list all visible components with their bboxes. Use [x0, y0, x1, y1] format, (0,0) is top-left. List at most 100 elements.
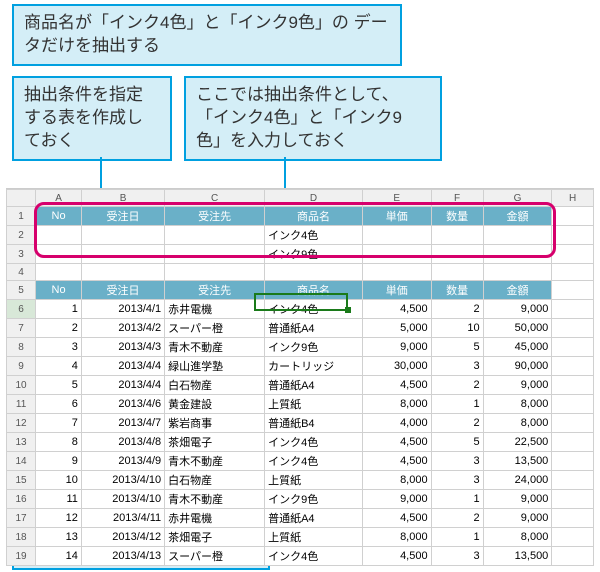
cell-product[interactable]: 普通紙A4 [265, 376, 363, 395]
cell-qty[interactable]: 3 [431, 452, 483, 471]
cell-qty[interactable]: 1 [431, 490, 483, 509]
cell-amount[interactable]: 24,000 [483, 471, 552, 490]
select-all-cell[interactable] [7, 190, 36, 207]
cell-customer[interactable]: 赤井電機 [165, 300, 265, 319]
criteria-cell[interactable] [431, 245, 483, 264]
cell-amount[interactable]: 45,000 [483, 338, 552, 357]
cell[interactable] [36, 264, 82, 281]
cell-no[interactable]: 5 [36, 376, 82, 395]
criteria-cell[interactable] [483, 245, 552, 264]
cell-product[interactable]: インク9色 [265, 338, 363, 357]
cell-amount[interactable]: 50,000 [483, 319, 552, 338]
cell-qty[interactable]: 5 [431, 338, 483, 357]
cell-qty[interactable]: 2 [431, 376, 483, 395]
spreadsheet[interactable]: ABCDEFGH1No受注日受注先商品名単価数量金額2インク4色3インク9色45… [6, 188, 594, 566]
cell-date[interactable]: 2013/4/4 [81, 357, 164, 376]
cell-product[interactable]: 上質紙 [265, 395, 363, 414]
cell-no[interactable]: 13 [36, 528, 82, 547]
cell-date[interactable]: 2013/4/13 [81, 547, 164, 566]
cell-qty[interactable]: 5 [431, 433, 483, 452]
row-header-17[interactable]: 17 [7, 509, 36, 528]
cell[interactable] [165, 264, 265, 281]
cell-H1[interactable] [552, 207, 594, 226]
cell-customer[interactable]: 青木不動産 [165, 338, 265, 357]
cell-product[interactable]: カートリッジ [265, 357, 363, 376]
cell-no[interactable]: 10 [36, 471, 82, 490]
criteria-header-0[interactable]: No [36, 207, 82, 226]
cell-price[interactable]: 30,000 [362, 357, 431, 376]
cell-product[interactable]: インク4色 [265, 547, 363, 566]
criteria-cell[interactable]: インク4色 [265, 226, 363, 245]
cell[interactable] [552, 338, 594, 357]
column-header-E[interactable]: E [362, 190, 431, 207]
cell-price[interactable]: 4,500 [362, 300, 431, 319]
row-header-16[interactable]: 16 [7, 490, 36, 509]
criteria-cell[interactable] [362, 226, 431, 245]
criteria-cell[interactable] [362, 245, 431, 264]
cell[interactable] [265, 264, 363, 281]
cell-price[interactable]: 8,000 [362, 395, 431, 414]
cell[interactable] [552, 528, 594, 547]
cell-no[interactable]: 7 [36, 414, 82, 433]
cell[interactable] [483, 264, 552, 281]
column-header-F[interactable]: F [431, 190, 483, 207]
cell-no[interactable]: 9 [36, 452, 82, 471]
cell[interactable] [81, 264, 164, 281]
cell-price[interactable]: 4,000 [362, 414, 431, 433]
cell-customer[interactable]: 茶畑電子 [165, 528, 265, 547]
cell[interactable] [552, 357, 594, 376]
row-header-14[interactable]: 14 [7, 452, 36, 471]
cell[interactable] [362, 264, 431, 281]
cell[interactable] [552, 509, 594, 528]
table-header-3[interactable]: 商品名 [265, 281, 363, 300]
cell-date[interactable]: 2013/4/6 [81, 395, 164, 414]
cell[interactable] [552, 226, 594, 245]
criteria-cell[interactable] [36, 245, 82, 264]
cell-product[interactable]: 上質紙 [265, 528, 363, 547]
cell-price[interactable]: 4,500 [362, 452, 431, 471]
cell-no[interactable]: 12 [36, 509, 82, 528]
cell-date[interactable]: 2013/4/11 [81, 509, 164, 528]
cell-no[interactable]: 1 [36, 300, 82, 319]
criteria-header-6[interactable]: 金額 [483, 207, 552, 226]
criteria-header-5[interactable]: 数量 [431, 207, 483, 226]
column-header-G[interactable]: G [483, 190, 552, 207]
row-header-12[interactable]: 12 [7, 414, 36, 433]
criteria-header-3[interactable]: 商品名 [265, 207, 363, 226]
column-header-B[interactable]: B [81, 190, 164, 207]
cell-price[interactable]: 4,500 [362, 547, 431, 566]
column-header-C[interactable]: C [165, 190, 265, 207]
cell-product[interactable]: インク4色 [265, 300, 363, 319]
cell-amount[interactable]: 22,500 [483, 433, 552, 452]
cell[interactable] [431, 264, 483, 281]
cell[interactable] [552, 547, 594, 566]
criteria-cell[interactable] [165, 245, 265, 264]
row-header-2[interactable]: 2 [7, 226, 36, 245]
cell-no[interactable]: 6 [36, 395, 82, 414]
cell-product[interactable]: インク4色 [265, 452, 363, 471]
cell-product[interactable]: インク4色 [265, 433, 363, 452]
row-header-8[interactable]: 8 [7, 338, 36, 357]
table-header-2[interactable]: 受注先 [165, 281, 265, 300]
cell-no[interactable]: 8 [36, 433, 82, 452]
cell-amount[interactable]: 8,000 [483, 528, 552, 547]
cell[interactable] [552, 319, 594, 338]
cell-amount[interactable]: 9,000 [483, 509, 552, 528]
table-header-5[interactable]: 数量 [431, 281, 483, 300]
cell[interactable] [552, 490, 594, 509]
cell-amount[interactable]: 8,000 [483, 414, 552, 433]
criteria-header-4[interactable]: 単価 [362, 207, 431, 226]
cell-customer[interactable]: スーパー橙 [165, 319, 265, 338]
row-header-4[interactable]: 4 [7, 264, 36, 281]
criteria-cell[interactable]: インク9色 [265, 245, 363, 264]
row-header-18[interactable]: 18 [7, 528, 36, 547]
column-header-H[interactable]: H [552, 190, 594, 207]
criteria-cell[interactable] [81, 245, 164, 264]
cell-price[interactable]: 4,500 [362, 509, 431, 528]
cell-price[interactable]: 9,000 [362, 490, 431, 509]
cell-customer[interactable]: 白石物産 [165, 376, 265, 395]
cell-date[interactable]: 2013/4/2 [81, 319, 164, 338]
cell-amount[interactable]: 9,000 [483, 300, 552, 319]
cell[interactable] [552, 471, 594, 490]
cell[interactable] [552, 245, 594, 264]
